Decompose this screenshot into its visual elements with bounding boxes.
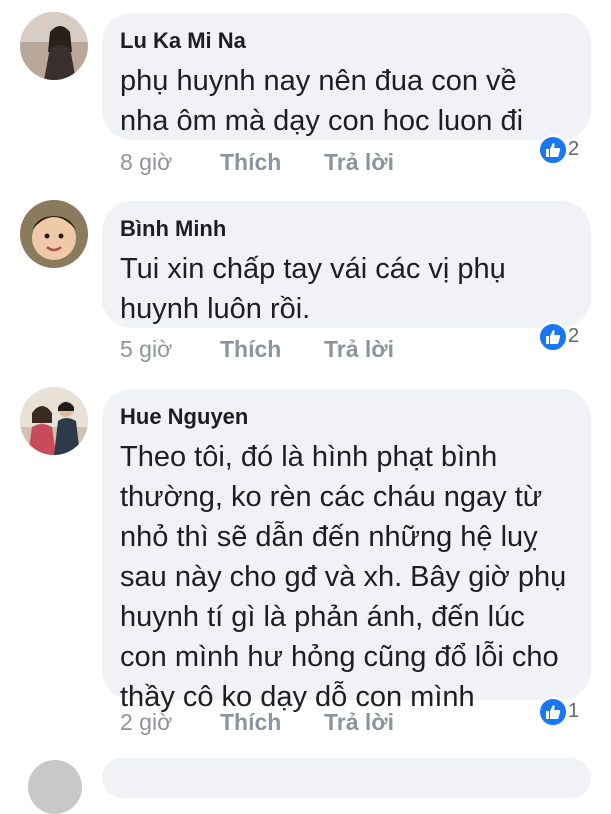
reply-button[interactable]: Trả lời [324,707,394,737]
like-reaction-icon [538,697,568,727]
comment-text: Tui xin chấp tay vái các vị phụ huynh lu… [120,249,573,329]
like-button[interactable]: Thích [220,334,281,364]
avatar-photo-icon [20,387,88,455]
comment-line: nhỏ thì sẽ dẫn đến những hệ luỵ [120,521,538,553]
avatar[interactable] [20,387,88,455]
comment-time[interactable]: 5 giờ [120,334,172,364]
comment-line: con mình hư hỏng cũng đổ lỗi cho [120,641,559,673]
avatar-photo-icon [20,200,88,268]
comment-bubble: Lu Ka Mi Na phụ huynh nay nên đua con về… [102,13,591,140]
avatar[interactable] [20,12,88,80]
comment-line: phụ huynh nay nên đua con về [120,65,517,97]
comment-line: thường, ko rèn các cháu ngay từ [120,481,543,513]
avatar[interactable] [28,760,82,814]
comment-line: Tui xin chấp tay vái các vị phụ [120,253,506,285]
comment-bubble: Hue Nguyen Theo tôi, đó là hình phạt bìn… [102,389,591,713]
comment-author[interactable]: Bình Minh [120,215,573,243]
like-button[interactable]: Thích [220,147,281,177]
comment-text: phụ huynh nay nên đua con về nha ôm mà d… [120,61,573,141]
comment-author[interactable]: Hue Nguyen [120,403,573,431]
comment-line: Theo tôi, đó là hình phạt bình [120,441,498,473]
reaction-count: 2 [568,325,580,347]
avatar[interactable] [20,200,88,268]
like-button[interactable]: Thích [220,707,281,737]
comment-line: nha ôm mà dạy con hoc luon đi [120,105,524,137]
comment-text: Theo tôi, đó là hình phạt bình thường, k… [120,437,573,717]
comment-time[interactable]: 2 giờ [120,707,172,737]
comment-time[interactable]: 8 giờ [120,147,172,177]
reaction-count: 2 [568,138,580,160]
reply-button[interactable]: Trả lời [324,334,394,364]
reaction-summary[interactable]: 2 [538,322,588,354]
avatar-photo-icon [20,12,88,80]
reaction-summary[interactable]: 2 [538,135,588,167]
reaction-summary[interactable]: 1 [538,697,588,729]
like-reaction-icon [538,135,568,165]
comment-bubble: Bình Minh Tui xin chấp tay vái các vị ph… [102,201,591,328]
like-reaction-icon [538,322,568,352]
comment-bubble [102,758,591,798]
reply-button[interactable]: Trả lời [324,147,394,177]
reaction-count: 1 [568,700,580,722]
comment-author[interactable]: Lu Ka Mi Na [120,27,573,55]
comment-line: huynh tí gì là phản ánh, đến lúc [120,601,525,633]
comment-line: sau này cho gđ và xh. Bây giờ phụ [120,561,567,593]
comment-line: huynh luôn rồi. [120,293,311,325]
